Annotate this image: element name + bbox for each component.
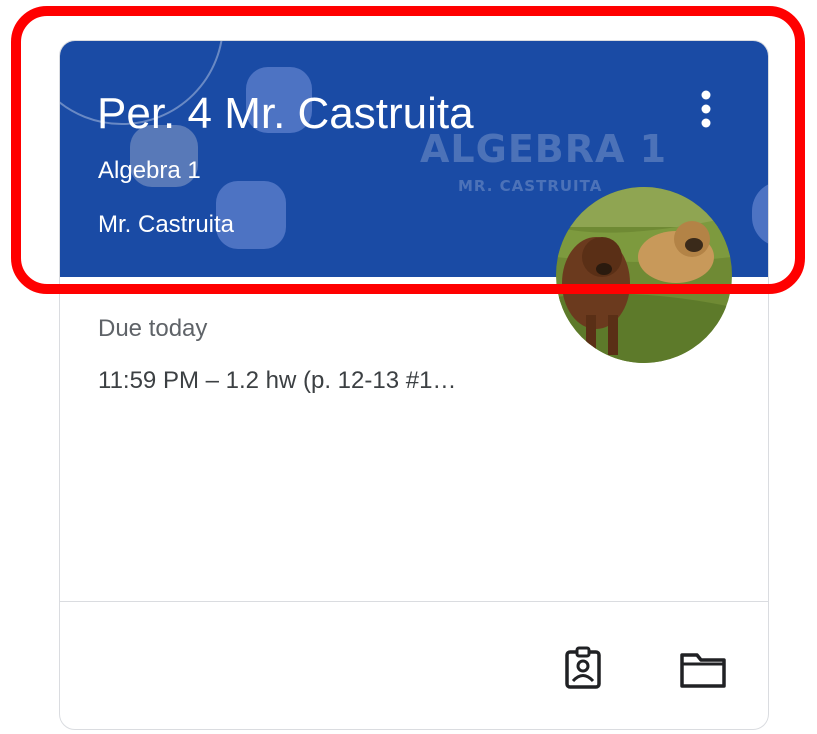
more-vert-icon bbox=[701, 90, 711, 128]
class-section[interactable]: Algebra 1 bbox=[98, 157, 201, 185]
teacher-name: Mr. Castruita bbox=[98, 211, 235, 238]
teacher-avatar bbox=[556, 187, 732, 363]
assignment-ind-icon bbox=[565, 646, 601, 689]
class-card: ALGEBRA 1 MR. CASTRUITA Per. 4 Mr. Castr… bbox=[59, 40, 769, 730]
due-label: Due today bbox=[98, 315, 208, 342]
card-divider bbox=[60, 601, 768, 602]
class-title[interactable]: Per. 4 Mr. Castruita bbox=[97, 89, 474, 139]
banner-decoration bbox=[752, 181, 768, 247]
folder-icon bbox=[680, 653, 726, 688]
more-options-button[interactable] bbox=[688, 87, 724, 131]
due-assignment-link[interactable]: 11:59 PM – 1.2 hw (p. 12-13 #1… bbox=[98, 367, 456, 395]
your-work-button[interactable] bbox=[558, 643, 608, 693]
open-folder-button[interactable] bbox=[676, 647, 730, 693]
banner-watermark-subtitle: MR. CASTRUITA bbox=[458, 177, 603, 195]
